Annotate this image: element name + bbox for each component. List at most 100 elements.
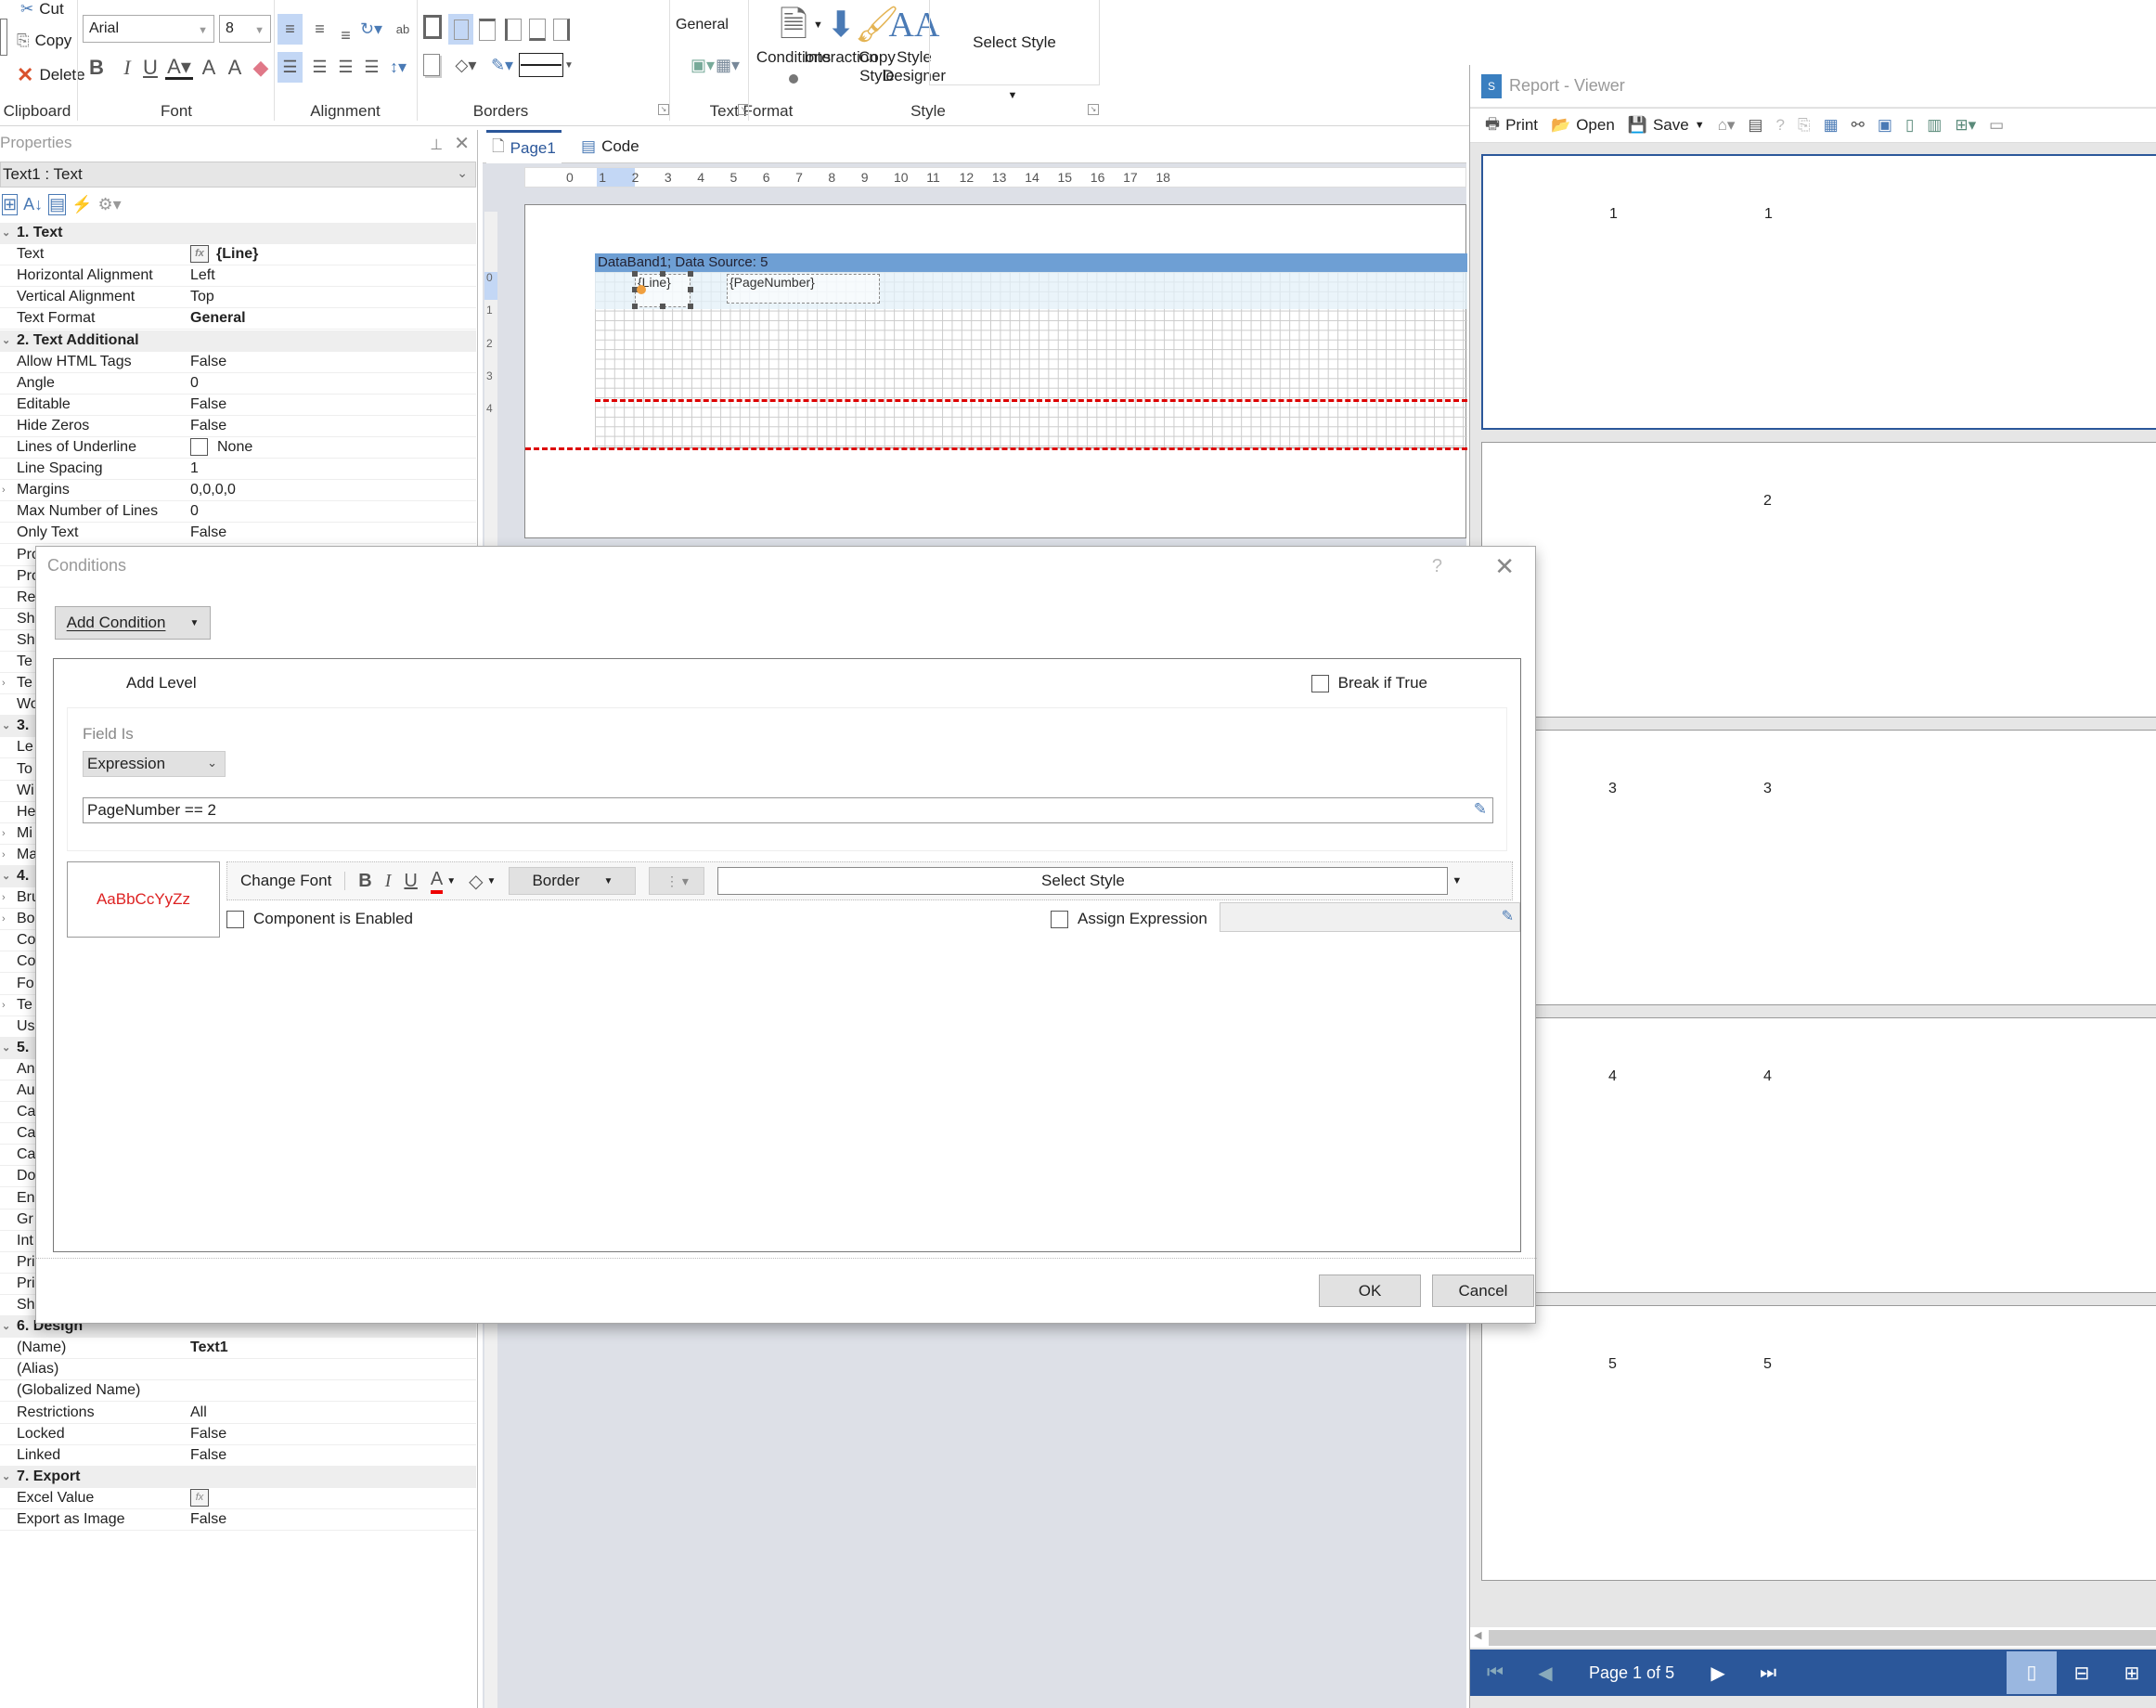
property-value[interactable]: All [188,1403,476,1423]
zoom-layout-icon[interactable]: ⊞▾ [1955,116,1976,135]
border-bottom-icon[interactable] [529,19,546,41]
break-if-true-checkbox[interactable]: Break if True [1310,674,1427,692]
align-center-icon[interactable]: ☰ [307,52,332,83]
align-right-icon[interactable]: ☰ [333,52,358,83]
property-row[interactable]: Angle 0 [0,372,476,395]
property-row[interactable]: (Alias) [0,1359,476,1381]
resize-handle[interactable] [688,271,693,277]
property-row[interactable]: Editable False [0,394,476,416]
property-value[interactable]: False [188,523,476,543]
property-row[interactable]: Lines of Underline None [0,437,476,459]
scroll-left-icon[interactable]: ◀ [1474,1629,1481,1641]
expression-fx-icon[interactable]: fx [190,245,209,264]
categorized-icon[interactable]: ⊞ [2,193,19,215]
select-style-input[interactable]: Select Style [717,867,1449,895]
property-value[interactable]: fx [188,1488,476,1508]
expand-chevron-icon[interactable]: › [2,909,6,929]
expand-chevron-icon[interactable]: › [2,887,6,908]
property-row[interactable]: Export as Image False [0,1509,476,1531]
property-value[interactable]: 0,0,0,0 [188,480,476,500]
page-width-icon[interactable]: ▭ [1989,116,2004,135]
expand-chevron-icon[interactable]: › [2,480,6,500]
paste-icon[interactable] [0,19,7,56]
expression-input[interactable]: PageNumber == 2 ✎ [83,797,1493,823]
collapse-chevron-icon[interactable]: ⌄ [2,1316,10,1337]
property-row[interactable]: › Margins 0,0,0,0 [0,480,476,502]
ok-button[interactable]: OK [1319,1275,1421,1307]
property-value[interactable]: 1 [188,459,476,479]
preview-page[interactable]: 44 [1481,1017,2156,1293]
select-style-gallery[interactable]: Select Style [929,0,1100,85]
align-top-icon[interactable]: ≡ [278,14,303,45]
resize-handle[interactable] [688,287,693,292]
property-row[interactable]: Max Number of Lines 0 [0,501,476,524]
chevron-down-icon[interactable]: ▼ [446,876,456,886]
edit-pencil-icon[interactable]: ✎ [1474,800,1487,819]
bookmarks-icon[interactable]: ▤ [1748,116,1762,135]
send-email-icon[interactable]: ⌂▾ [1718,116,1736,135]
property-value[interactable]: False [188,416,476,436]
property-row[interactable]: (Name) Text1 [0,1338,476,1360]
copy-button[interactable]: ⎘ Copy [17,32,71,50]
property-value[interactable]: None [188,437,476,458]
property-value[interactable]: False [188,1509,476,1530]
rotate-icon[interactable]: ↻▾ [357,14,385,45]
border-left-icon[interactable] [505,19,522,41]
property-row[interactable]: Vertical Alignment Top [0,287,476,309]
font-size-select[interactable]: 8 ▼ [219,15,271,43]
word-wrap-icon[interactable]: ab [392,14,414,45]
property-value[interactable]: False [188,352,476,372]
collapse-chevron-icon[interactable]: ⌄ [2,866,10,886]
text-color-icon[interactable]: A [430,869,444,894]
add-level-button[interactable]: Add Level [126,674,197,692]
first-page-icon[interactable]: ⏮ [1470,1663,1520,1684]
pin-icon[interactable]: ⊥ [430,137,443,153]
property-row[interactable]: Allow HTML Tags False [0,351,476,373]
assign-expression-checkbox[interactable]: Assign Expression [1051,910,1207,928]
expand-chevron-icon[interactable]: › [2,823,6,844]
border-color-icon[interactable]: ✎▾ [486,52,518,78]
align-justify-icon[interactable]: ☰ [359,52,384,83]
collapse-chevron-icon[interactable]: ⌄ [2,1467,10,1487]
border-top-icon[interactable] [479,19,496,41]
property-row[interactable]: Text Format General [0,308,476,330]
field-type-select[interactable]: Expression ⌄ [83,751,226,777]
property-value[interactable]: Left [188,265,476,286]
shadow-icon[interactable] [423,54,440,76]
expand-chevron-icon[interactable]: › [2,845,6,865]
print-button[interactable]: 🖶 Print [1485,112,1538,139]
cancel-button[interactable]: Cancel [1432,1275,1534,1307]
multiple-pages-icon[interactable]: ▥ [1927,116,1942,135]
shrink-font-icon[interactable]: A [225,56,245,80]
component-enabled-checkbox[interactable]: Component is Enabled [226,910,413,928]
assign-expression-input[interactable]: ✎ [1220,902,1520,932]
preview-page[interactable]: 55 [1481,1305,2156,1581]
text-component-pagenumber[interactable]: {PageNumber} [727,274,880,304]
scrollbar-thumb[interactable] [1489,1630,2156,1646]
eraser-icon[interactable]: ◆ [251,56,271,80]
align-middle-icon[interactable]: ≡ [307,14,332,45]
settings-gear-icon[interactable]: ⚙▾ [98,195,122,214]
property-row[interactable]: Only Text False [0,523,476,545]
back-color-icon[interactable]: ◇ [469,870,483,893]
property-row[interactable]: Text fx {Line} [0,244,476,266]
resize-handle[interactable] [632,304,638,309]
object-selector[interactable]: Text1 : Text ⌄ [0,162,476,188]
expand-chevron-icon[interactable]: › [2,673,6,693]
bold-icon[interactable]: B [358,871,371,892]
property-value[interactable]: False [188,395,476,415]
underline-icon[interactable]: U [139,56,161,80]
property-value[interactable]: 0 [188,501,476,522]
collapse-chevron-icon[interactable]: ⌄ [2,330,10,351]
add-condition-button[interactable]: Add Condition ▼ [55,606,211,640]
align-left-icon[interactable]: ☰ [278,52,303,83]
font-family-select[interactable]: Arial ▼ [83,15,214,43]
property-row[interactable]: Linked False [0,1444,476,1467]
next-page-icon[interactable]: ▶ [1693,1662,1743,1685]
databand-header[interactable]: DataBand1; Data Source: 5 [595,253,1467,272]
collapse-chevron-icon[interactable]: ⌄ [2,1038,10,1058]
delete-button[interactable]: ✕ Delete [17,63,85,87]
resize-handle[interactable] [660,271,665,277]
continuous-view-icon[interactable]: ▯ [1905,116,1914,135]
preview-page[interactable]: 2 [1481,442,2156,718]
